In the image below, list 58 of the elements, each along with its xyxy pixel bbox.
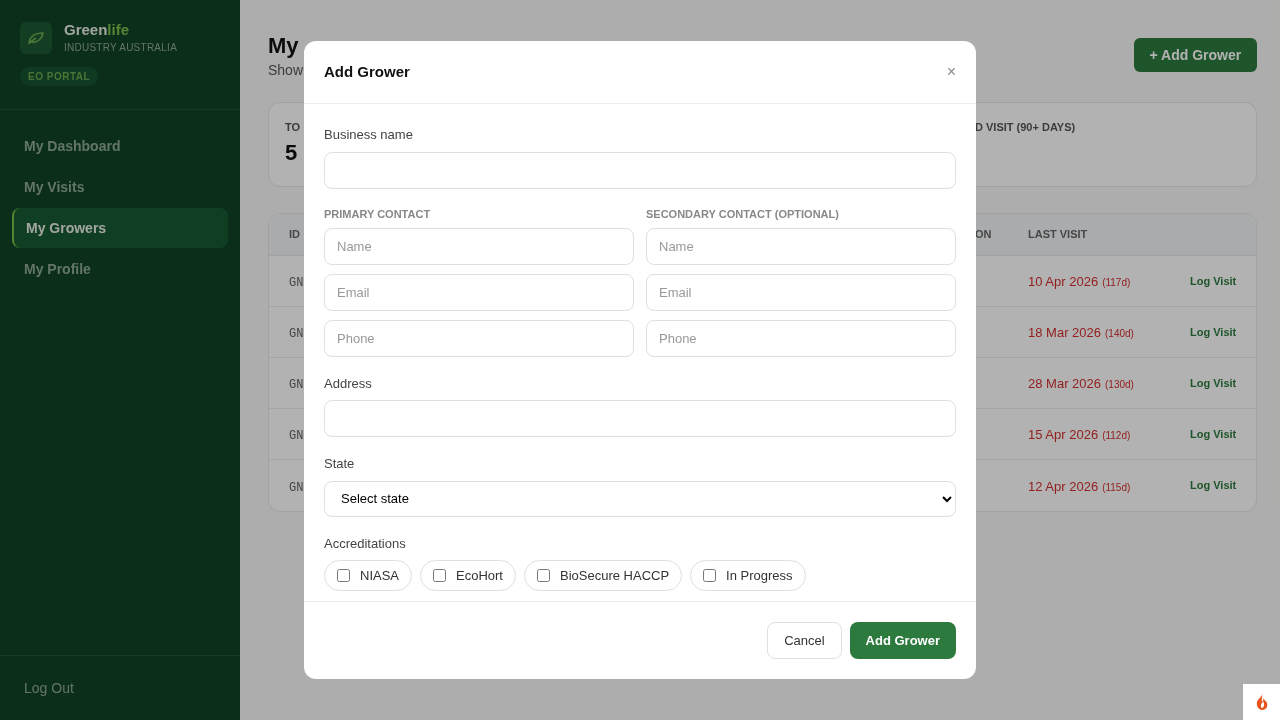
checkbox[interactable] (337, 569, 350, 582)
flame-icon (1254, 693, 1269, 711)
stat-label: D VISIT (90+ DAYS) (975, 120, 1076, 135)
field-label: Address (324, 374, 373, 393)
cancel-button[interactable]: Cancel (767, 622, 842, 659)
leaf-icon (27, 30, 45, 45)
stat-value: 5 (285, 138, 298, 167)
page-title: My (268, 32, 299, 60)
close-button[interactable]: × (946, 60, 956, 84)
log-visit-link[interactable]: Log Visit (1190, 323, 1237, 341)
stat-label: TO (285, 120, 301, 135)
table-cell: GN (289, 276, 304, 290)
log-visit-link[interactable]: Log Visit (1190, 477, 1237, 494)
page-subtitle: Show (268, 61, 304, 80)
address-field[interactable] (324, 400, 956, 437)
flame-widget[interactable] (1243, 684, 1280, 720)
contact-field[interactable]: Name (324, 227, 634, 265)
log-visit-link[interactable]: Log Visit (1190, 272, 1237, 290)
field-label: Accreditations (324, 534, 407, 553)
last-visit-date: 28 Mar 2026 (130d) (1028, 376, 1134, 391)
sidebar-item[interactable]: My Growers (12, 208, 228, 248)
contact-field[interactable]: Phone (324, 319, 634, 357)
contact-field[interactable]: Name (646, 227, 956, 265)
contact-field[interactable]: Phone (646, 319, 956, 357)
checkbox[interactable] (433, 569, 446, 582)
table-cell: GN (289, 429, 304, 443)
sidebar-item[interactable]: My Dashboard (12, 126, 228, 166)
business-name-field[interactable] (324, 151, 956, 189)
section-heading: SECONDARY CONTACT (OPTIONAL) (646, 206, 840, 219)
last-visit-date: 15 Apr 2026 (112d) (1028, 427, 1131, 442)
contact-field[interactable]: Email (324, 273, 634, 311)
checkbox[interactable] (703, 569, 717, 582)
last-visit-date: 10 Apr 2026 (117d) (1028, 274, 1131, 289)
column-header: LAST VISIT (1028, 227, 1088, 243)
column-header: ON (975, 228, 992, 241)
last-visit-date: 18 Mar 2026 (140d) (1028, 325, 1134, 340)
logout-link[interactable]: Log Out (24, 680, 74, 696)
sidebar-item[interactable]: My Visits (12, 167, 228, 207)
last-visit-date: 12 Apr 2026 (115d) (1028, 478, 1131, 494)
brand-name: Greenlife (64, 20, 131, 40)
checkbox[interactable] (537, 569, 550, 582)
add-grower-button[interactable]: + Add Grower (1133, 38, 1258, 72)
log-visit-link[interactable]: Log Visit (1190, 374, 1237, 392)
field-label: Business name (324, 126, 414, 144)
state-select[interactable]: Select state (324, 480, 956, 517)
add-grower-submit-button[interactable]: Add Grower (849, 622, 956, 659)
table-cell: GN (289, 327, 304, 341)
sidebar-item[interactable]: My Profile (12, 249, 228, 289)
table-cell: GN (289, 378, 304, 392)
table-cell: GN (289, 480, 304, 495)
portal-badge: EO PORTAL (20, 67, 99, 86)
contact-field[interactable]: Email (646, 273, 956, 311)
section-heading: PRIMARY CONTACT (324, 206, 432, 219)
field-label: State (324, 455, 356, 473)
log-visit-link[interactable]: Log Visit (1190, 425, 1237, 443)
dialog-title: Add Grower (324, 61, 410, 82)
column-header: ID (289, 228, 300, 241)
brand-subtitle: INDUSTRY AUSTRALIA (64, 41, 178, 55)
